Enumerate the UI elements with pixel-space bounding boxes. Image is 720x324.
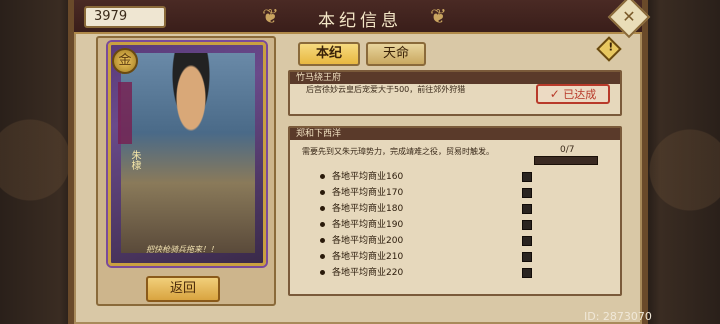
requirement-item: 各地平均商业210: [320, 251, 540, 263]
task-description-1: 后宫徐妙云皇后宠爱大于500，前往郊外狩猎: [306, 85, 466, 94]
tab-tianming[interactable]: 天命: [366, 42, 426, 66]
requirement-label: 各地平均商业190: [332, 220, 404, 230]
requirement-checkbox: [522, 268, 532, 278]
requirement-label: 各地平均商业170: [332, 188, 404, 198]
status-label: 已达成: [563, 88, 597, 101]
bullet-icon: [320, 206, 325, 211]
requirement-checkbox: [522, 188, 532, 198]
requirement-checkbox: [522, 220, 532, 230]
bullet-icon: [320, 270, 325, 275]
requirement-item: 各地平均商业180: [320, 203, 540, 215]
bullet-icon: [320, 222, 325, 227]
back-button[interactable]: 返回: [146, 276, 220, 302]
tab-benji[interactable]: 本纪: [298, 42, 360, 66]
bullet-icon: [320, 254, 325, 259]
requirement-item: 各地平均商业160: [320, 171, 540, 183]
task-description-2: 需要先到又朱元璋势力，完成靖难之役，贸易时触发。: [302, 147, 494, 156]
bullet-icon: [320, 174, 325, 179]
check-icon: ✓: [549, 87, 560, 101]
bullet-icon: [320, 238, 325, 243]
currency-display: 3979: [84, 6, 166, 28]
hero-name: 朱棣: [129, 150, 140, 170]
title-ornament-right: ❦: [430, 4, 447, 28]
requirement-label: 各地平均商业220: [332, 268, 404, 278]
user-id: ID: 2873070: [584, 310, 652, 323]
requirement-label: 各地平均商业210: [332, 252, 404, 262]
task-header-1: 竹马绕王府: [290, 72, 620, 84]
bullet-icon: [320, 190, 325, 195]
requirement-item: 各地平均商业200: [320, 235, 540, 247]
info-icon: !: [608, 40, 614, 54]
task-header-2: 郑和下西洋: [290, 128, 620, 140]
task-title-1: 竹马绕王府: [296, 73, 342, 83]
requirement-checkbox: [522, 204, 532, 214]
completed-stamp: ✓ 已达成: [536, 84, 610, 104]
requirement-label: 各地平均商业160: [332, 172, 404, 182]
progress-count: 0/7: [560, 145, 575, 155]
card-nameplate: [118, 82, 132, 144]
card-caption: 把快枪骑兵拖来！！: [146, 245, 218, 254]
requirement-label: 各地平均商业180: [332, 204, 404, 214]
requirement-item: 各地平均商业190: [320, 219, 540, 231]
requirement-label: 各地平均商业200: [332, 236, 404, 246]
requirement-checkbox: [522, 172, 532, 182]
requirement-checkbox: [522, 252, 532, 262]
requirement-item: 各地平均商业170: [320, 187, 540, 199]
requirement-checkbox: [522, 236, 532, 246]
requirement-item: 各地平均商业220: [320, 267, 540, 279]
close-icon: ✕: [622, 7, 636, 26]
task-title-2: 郑和下西洋: [296, 129, 342, 139]
progress-bar: [534, 156, 598, 165]
rank-medal-icon: 金: [112, 48, 138, 74]
